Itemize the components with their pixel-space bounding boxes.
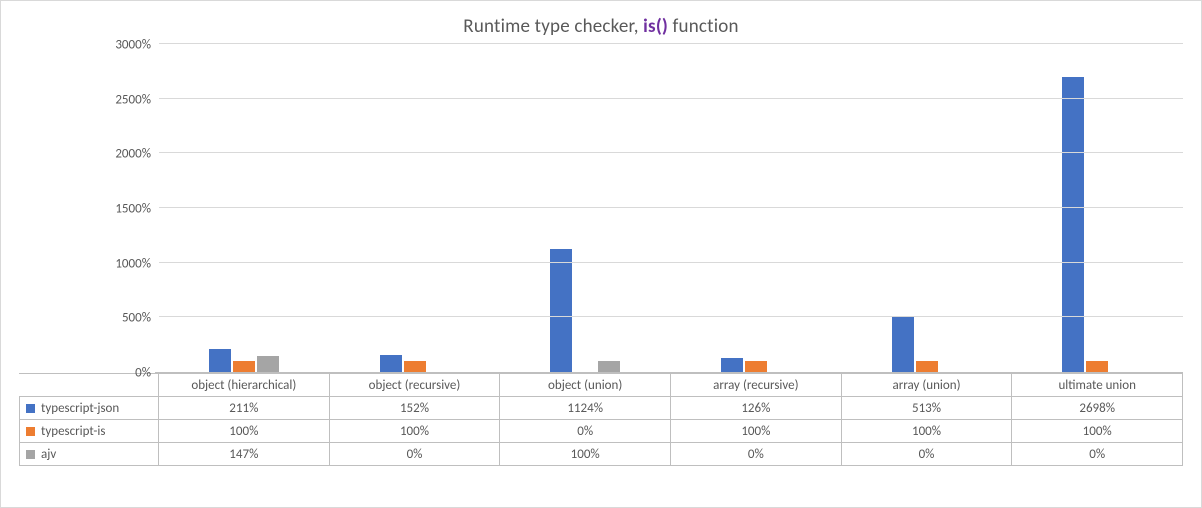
legend-swatch-icon — [26, 404, 35, 413]
value-cell: 1124% — [500, 397, 670, 420]
category-label: object (hierarchical) — [159, 374, 329, 397]
y-tick-label: 1500% — [115, 202, 151, 217]
legend-item: typescript-is — [19, 420, 159, 443]
chart-frame: Runtime type checker, is() function 0% 50… — [0, 0, 1202, 508]
y-tick-label: 3000% — [115, 38, 151, 53]
legend-label: typescript-json — [41, 401, 119, 416]
gridline — [159, 316, 1183, 317]
category-label: object (union) — [500, 374, 670, 397]
value-column: object (hierarchical)211%100%147% — [159, 373, 330, 466]
bar-groups — [159, 44, 1183, 372]
y-tick-label: 1000% — [115, 256, 151, 271]
bar-cluster — [330, 44, 500, 372]
gridline — [159, 152, 1183, 153]
gridline — [159, 98, 1183, 99]
y-axis: 0%500%1000%1500%2000%2500%3000% — [19, 44, 159, 373]
bar — [721, 358, 743, 372]
y-tick-label: 2000% — [115, 147, 151, 162]
bar-cluster — [842, 44, 1012, 372]
value-cell: 100% — [330, 420, 500, 443]
value-cell: 100% — [842, 420, 1012, 443]
bar — [209, 349, 231, 372]
value-cell: 126% — [671, 397, 841, 420]
bar — [598, 361, 620, 372]
bar — [916, 361, 938, 372]
y-tick-label: 0% — [135, 366, 151, 381]
bar — [233, 361, 255, 372]
value-cell: 0% — [671, 443, 841, 466]
value-cell: 147% — [159, 443, 329, 466]
gridline — [159, 43, 1183, 44]
bar-cluster — [500, 44, 670, 372]
category-label: ultimate union — [1012, 374, 1182, 397]
bar-group — [842, 44, 1013, 372]
bar-cluster — [1012, 44, 1182, 372]
value-column: array (recursive)126%100%0% — [671, 373, 842, 466]
plot-area: 0%500%1000%1500%2000%2500%3000% — [19, 44, 1183, 373]
chart-title: Runtime type checker, is() function — [19, 15, 1183, 38]
y-tick-label: 2500% — [115, 92, 151, 107]
title-prefix: Runtime type checker, — [463, 15, 643, 38]
value-cell: 0% — [500, 420, 670, 443]
value-column: object (recursive)152%100%0% — [330, 373, 501, 466]
axis-tick-mark — [155, 372, 159, 373]
value-cell: 100% — [500, 443, 670, 466]
legend-item: typescript-json — [19, 397, 159, 420]
legend-swatch-icon — [26, 427, 35, 436]
value-cell: 513% — [842, 397, 1012, 420]
value-columns: object (hierarchical)211%100%147%object … — [159, 373, 1183, 466]
value-cell: 100% — [671, 420, 841, 443]
bar-group — [159, 44, 330, 372]
category-label: object (recursive) — [330, 374, 500, 397]
data-table: typescript-json typescript-is ajv object… — [19, 373, 1183, 466]
legend-item: ajv — [19, 443, 159, 466]
title-accent: is() — [643, 15, 668, 38]
legend-label: ajv — [41, 447, 56, 462]
value-cell: 0% — [842, 443, 1012, 466]
bar — [745, 361, 767, 372]
title-suffix: function — [668, 15, 739, 38]
value-column: ultimate union2698%100%0% — [1012, 373, 1183, 466]
bar-cluster — [671, 44, 841, 372]
bar — [404, 361, 426, 372]
bar-group — [1012, 44, 1183, 372]
value-cell: 152% — [330, 397, 500, 420]
bar — [380, 355, 402, 372]
value-cell: 211% — [159, 397, 329, 420]
bar — [1086, 361, 1108, 372]
category-label: array (union) — [842, 374, 1012, 397]
value-cell: 0% — [1012, 443, 1182, 466]
category-label: array (recursive) — [671, 374, 841, 397]
y-tick-label: 500% — [122, 311, 151, 326]
gridline — [159, 262, 1183, 263]
gridline — [159, 207, 1183, 208]
value-cell: 100% — [159, 420, 329, 443]
legend-column: typescript-json typescript-is ajv — [19, 373, 159, 466]
value-cell: 2698% — [1012, 397, 1182, 420]
bar-group — [671, 44, 842, 372]
legend-label: typescript-is — [41, 424, 105, 439]
bar — [892, 316, 914, 372]
value-column: array (union)513%100%0% — [842, 373, 1013, 466]
bar-group — [330, 44, 501, 372]
bar — [550, 249, 572, 372]
value-cell: 0% — [330, 443, 500, 466]
bar-group — [500, 44, 671, 372]
bar — [257, 356, 279, 372]
bar-cluster — [159, 44, 329, 372]
value-cell: 100% — [1012, 420, 1182, 443]
value-column: object (union)1124%0%100% — [500, 373, 671, 466]
bar — [1062, 77, 1084, 372]
legend-swatch-icon — [26, 450, 35, 459]
plot-canvas — [159, 44, 1183, 373]
